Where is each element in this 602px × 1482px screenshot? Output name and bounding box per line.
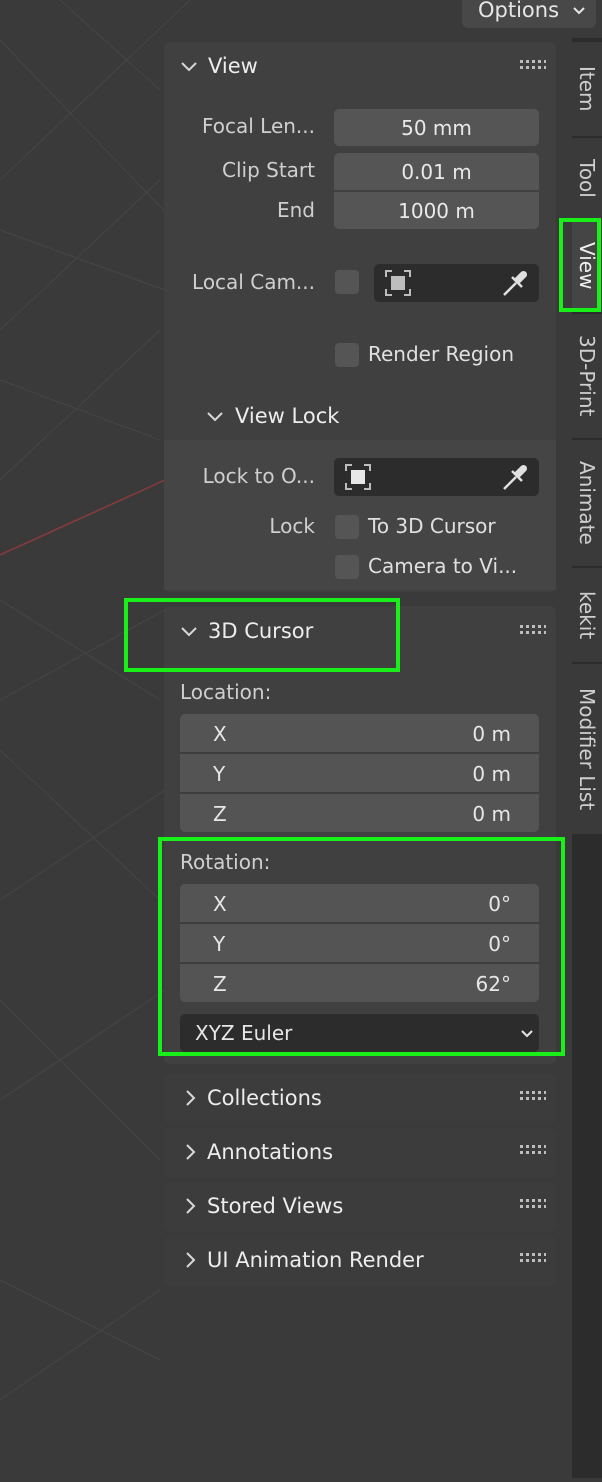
- camera-to-view-label: Camera to Vi...: [368, 554, 518, 578]
- tab-item[interactable]: Item: [572, 42, 602, 136]
- highlight-rotation-section: [158, 837, 565, 1056]
- object-icon: [385, 270, 411, 296]
- drag-handle-icon[interactable]: [520, 625, 546, 637]
- location-label: Location:: [180, 680, 272, 704]
- view-panel-header[interactable]: View: [164, 42, 556, 92]
- annotations-panel-header[interactable]: Annotations: [164, 1128, 556, 1178]
- options-label: Options: [478, 0, 560, 22]
- highlight-3d-cursor-header: [124, 598, 400, 672]
- location-x-field[interactable]: X 0 m: [180, 714, 539, 752]
- drag-handle-icon[interactable]: [520, 1091, 546, 1103]
- render-region-checkbox[interactable]: [335, 343, 359, 367]
- view-lock-header[interactable]: View Lock: [192, 394, 556, 440]
- tab-3d-print[interactable]: 3D-Print: [572, 314, 602, 438]
- local-camera-object-field[interactable]: [374, 264, 539, 302]
- focal-length-field[interactable]: 50 mm: [334, 109, 539, 146]
- tab-kekit[interactable]: kekit: [572, 568, 602, 662]
- clip-end-label: End: [276, 198, 315, 222]
- drag-handle-icon[interactable]: [520, 1145, 546, 1157]
- location-y-field[interactable]: Y 0 m: [180, 754, 539, 792]
- local-camera-checkbox[interactable]: [335, 270, 359, 294]
- eyedropper-icon[interactable]: [500, 463, 530, 493]
- stored-views-panel-header[interactable]: Stored Views: [164, 1182, 556, 1232]
- drag-handle-icon[interactable]: [520, 1253, 546, 1265]
- clip-start-label: Clip Start: [222, 158, 315, 182]
- lock-label: Lock: [269, 514, 315, 538]
- to-3d-cursor-label: To 3D Cursor: [368, 514, 496, 538]
- tab-modifier-list[interactable]: Modifier List: [572, 664, 602, 834]
- drag-handle-icon[interactable]: [520, 1199, 546, 1211]
- options-dropdown[interactable]: Options: [462, 0, 596, 28]
- location-vector: X 0 m Y 0 m Z 0 m: [180, 714, 539, 832]
- chevron-right-icon: [186, 1198, 196, 1214]
- chevron-down-icon: [573, 7, 585, 15]
- lock-to-object-label: Lock to O...: [202, 464, 315, 488]
- highlight-view-tab: [559, 218, 601, 312]
- location-z-field[interactable]: Z 0 m: [180, 794, 539, 832]
- chevron-right-icon: [186, 1252, 196, 1268]
- chevron-down-icon: [207, 412, 223, 422]
- local-camera-label: Local Cam...: [192, 270, 315, 294]
- camera-to-view-checkbox[interactable]: [335, 555, 359, 579]
- object-icon: [345, 464, 371, 490]
- clip-end-field[interactable]: 1000 m: [334, 192, 539, 229]
- tab-tool[interactable]: Tool: [572, 138, 602, 218]
- eyedropper-icon[interactable]: [500, 269, 530, 299]
- render-region-label: Render Region: [368, 342, 515, 366]
- chevron-down-icon: [181, 62, 197, 72]
- chevron-right-icon: [186, 1090, 196, 1106]
- drag-handle-icon[interactable]: [520, 60, 546, 72]
- lock-to-object-field[interactable]: [334, 458, 539, 496]
- view-panel-title: View: [208, 54, 258, 78]
- tab-animate[interactable]: Animate: [572, 440, 602, 566]
- to-3d-cursor-checkbox[interactable]: [335, 515, 359, 539]
- view-lock-title: View Lock: [235, 404, 340, 428]
- collections-panel-header[interactable]: Collections: [164, 1074, 556, 1124]
- ui-animation-render-panel-header[interactable]: UI Animation Render: [164, 1236, 556, 1286]
- chevron-right-icon: [186, 1144, 196, 1160]
- clip-start-field[interactable]: 0.01 m: [334, 153, 539, 190]
- focal-length-label: Focal Len...: [201, 114, 315, 138]
